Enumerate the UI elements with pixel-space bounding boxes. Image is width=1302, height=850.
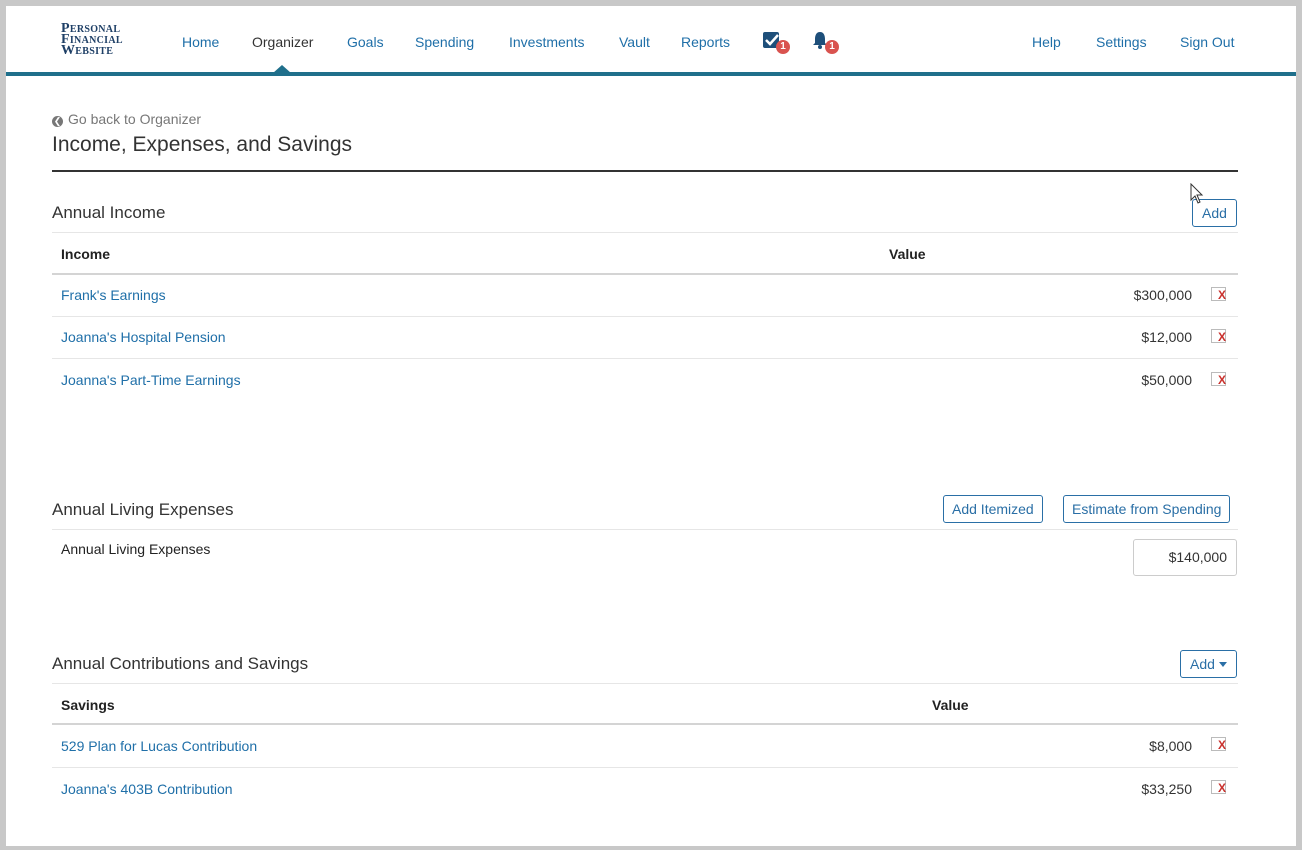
divider bbox=[52, 358, 1238, 359]
back-link[interactable]: ❮ Go back to Organizer bbox=[52, 111, 201, 127]
alerts-badge: 1 bbox=[825, 40, 839, 54]
income-row-link[interactable]: Joanna's Hospital Pension bbox=[61, 329, 226, 345]
delete-savings-button[interactable]: X bbox=[1211, 780, 1226, 794]
page-title: Income, Expenses, and Savings bbox=[52, 133, 353, 156]
alerts-button[interactable]: 1 bbox=[811, 30, 839, 54]
delete-income-button[interactable]: X bbox=[1211, 372, 1226, 386]
title-divider bbox=[52, 170, 1238, 172]
divider bbox=[52, 529, 1238, 530]
delete-income-button[interactable]: X bbox=[1211, 329, 1226, 343]
nav-organizer[interactable]: Organizer bbox=[252, 34, 313, 50]
savings-value-column-header: Value bbox=[932, 697, 969, 713]
savings-row-link[interactable]: Joanna's 403B Contribution bbox=[61, 781, 233, 797]
back-link-label: Go back to Organizer bbox=[68, 111, 202, 127]
estimate-from-spending-button[interactable]: Estimate from Spending bbox=[1063, 495, 1231, 523]
savings-section-title: Annual Contributions and Savings bbox=[52, 654, 309, 673]
add-savings-label: Add bbox=[1190, 656, 1215, 672]
expenses-section-title: Annual Living Expenses bbox=[52, 500, 234, 519]
top-navigation: Personal Financial Website Home Organize… bbox=[6, 6, 1296, 76]
nav-help[interactable]: Help bbox=[1032, 34, 1061, 50]
divider bbox=[52, 273, 1238, 275]
income-column-header: Income bbox=[61, 246, 111, 262]
savings-row-value: $33,250 bbox=[1141, 781, 1192, 797]
nav-goals[interactable]: Goals bbox=[347, 34, 384, 50]
caret-down-icon bbox=[1218, 662, 1227, 667]
nav-home[interactable]: Home bbox=[182, 34, 219, 50]
tasks-badge: 1 bbox=[776, 40, 790, 54]
income-row-link[interactable]: Joanna's Part-Time Earnings bbox=[61, 372, 241, 388]
divider bbox=[52, 683, 1238, 684]
nav-spending[interactable]: Spending bbox=[415, 34, 474, 50]
income-row-value: $300,000 bbox=[1133, 287, 1192, 303]
delete-income-button[interactable]: X bbox=[1211, 287, 1226, 301]
nav-reports[interactable]: Reports bbox=[681, 34, 730, 50]
app-window: Personal Financial Website Home Organize… bbox=[6, 6, 1296, 846]
savings-row-link[interactable]: 529 Plan for Lucas Contribution bbox=[61, 738, 257, 754]
income-row-link[interactable]: Frank's Earnings bbox=[61, 287, 166, 303]
mouse-cursor-icon bbox=[1190, 183, 1204, 204]
income-row-value: $12,000 bbox=[1141, 329, 1192, 345]
divider bbox=[52, 316, 1238, 317]
savings-row-value: $8,000 bbox=[1149, 738, 1192, 754]
add-itemized-button[interactable]: Add Itemized bbox=[943, 495, 1043, 523]
savings-column-header: Savings bbox=[61, 697, 115, 713]
living-expenses-label: Annual Living Expenses bbox=[61, 541, 211, 557]
tasks-button[interactable]: 1 bbox=[762, 30, 790, 54]
divider bbox=[52, 767, 1238, 768]
site-logo[interactable]: Personal Financial Website bbox=[61, 22, 123, 58]
add-savings-dropdown[interactable]: Add bbox=[1180, 650, 1237, 678]
nav-investments[interactable]: Investments bbox=[509, 34, 584, 50]
nav-settings[interactable]: Settings bbox=[1096, 34, 1147, 50]
income-value-column-header: Value bbox=[889, 246, 926, 262]
nav-sign-out[interactable]: Sign Out bbox=[1180, 34, 1234, 50]
delete-savings-button[interactable]: X bbox=[1211, 737, 1226, 751]
divider bbox=[52, 723, 1238, 725]
living-expenses-field[interactable]: $140,000 bbox=[1133, 539, 1237, 576]
income-section-title: Annual Income bbox=[52, 203, 166, 222]
back-arrow-icon: ❮ bbox=[52, 116, 63, 127]
income-row-value: $50,000 bbox=[1141, 372, 1192, 388]
divider bbox=[52, 232, 1238, 233]
nav-vault[interactable]: Vault bbox=[619, 34, 650, 50]
active-nav-indicator bbox=[273, 65, 291, 73]
